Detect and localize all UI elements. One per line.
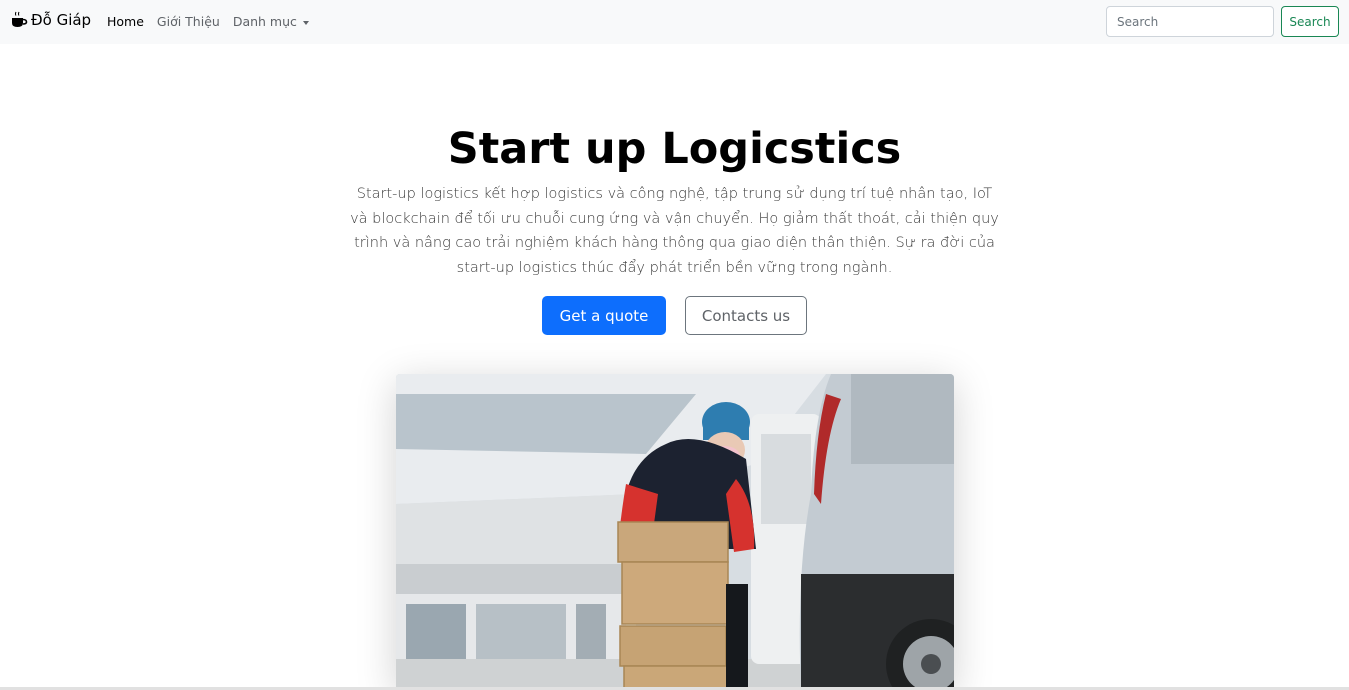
nav-gioi-thieu[interactable]: Giới Thiệu <box>157 14 220 29</box>
delivery-photo <box>396 374 954 690</box>
search-button[interactable]: Search <box>1281 6 1339 37</box>
search-input[interactable] <box>1106 6 1274 37</box>
nav-danh-muc-dropdown[interactable]: Danh mục <box>233 14 309 29</box>
dropdown-label: Danh mục <box>232 14 297 29</box>
caret-down-icon <box>302 20 309 25</box>
nav-home[interactable]: Home <box>107 14 144 29</box>
hero-title: Start up Logicstics <box>447 124 902 174</box>
navbar: Đỗ Giáp Home Giới Thiệu Danh mục Search <box>0 0 1349 44</box>
brand-name: Đỗ Giáp <box>31 11 92 29</box>
get-quote-button[interactable]: Get a quote <box>542 296 666 335</box>
hero-description: Start-up logistics kết hợp logistics và … <box>350 186 999 276</box>
coffee-cup-icon <box>10 11 28 29</box>
brand-link[interactable]: Đỗ Giáp <box>10 11 91 29</box>
nav-links: Home Giới Thiệu Danh mục <box>107 14 322 29</box>
contact-us-button[interactable]: Contacts us <box>685 296 807 335</box>
